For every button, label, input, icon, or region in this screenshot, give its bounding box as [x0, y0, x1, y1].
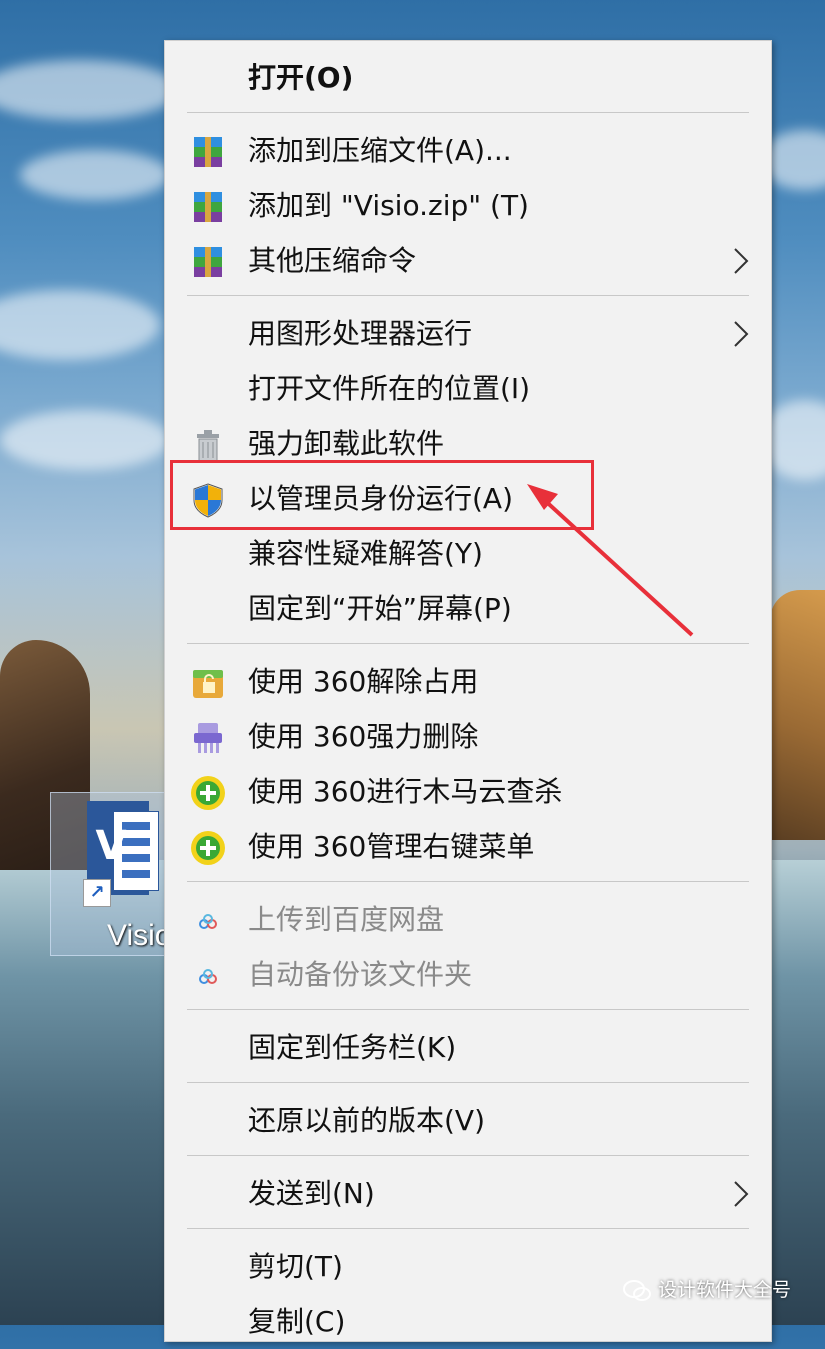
menu-separator: [187, 881, 749, 882]
menu-separator: [187, 1228, 749, 1229]
menu-item-upload-baidu-netdisk[interactable]: 上传到百度网盘: [165, 893, 771, 947]
menu-item-open-file-location[interactable]: 打开文件所在的位置(I): [165, 362, 771, 416]
desktop-shortcut-label: Visio: [107, 919, 172, 952]
chevron-right-icon: [734, 248, 749, 274]
menu-separator: [187, 1082, 749, 1083]
winrar-icon: [194, 247, 222, 277]
menu-item-360-manage-context-menu[interactable]: 使用 360管理右键菜单: [165, 820, 771, 874]
360-shredder-icon: [194, 723, 222, 753]
menu-item-pin-to-start[interactable]: 固定到“开始”屏幕(P): [165, 582, 771, 636]
winrar-icon: [194, 192, 222, 222]
baidu-cloud-icon: [199, 914, 217, 929]
trash-can-icon: [197, 430, 219, 462]
menu-item-run-with-gpu[interactable]: 用图形处理器运行: [165, 307, 771, 361]
360-scan-icon: [191, 776, 225, 810]
watermark: 设计软件大全号: [622, 1272, 791, 1308]
desktop-shortcut-visio[interactable]: V ↗ Visio: [50, 792, 172, 956]
watermark-text: 设计软件大全号: [658, 1279, 792, 1301]
menu-item-pin-to-taskbar[interactable]: 固定到任务栏(K): [165, 1021, 771, 1075]
menu-item-360-unlock[interactable]: 使用 360解除占用: [165, 655, 771, 709]
baidu-cloud-icon: [199, 969, 217, 984]
menu-item-auto-backup-folder[interactable]: 自动备份该文件夹: [165, 948, 771, 1002]
menu-item-send-to[interactable]: 发送到(N): [165, 1167, 771, 1221]
shortcut-arrow-icon: ↗: [83, 879, 111, 907]
chevron-right-icon: [734, 1181, 749, 1207]
360-menu-icon: [191, 831, 225, 865]
chevron-right-icon: [734, 321, 749, 347]
menu-item-restore-previous-versions[interactable]: 还原以前的版本(V): [165, 1094, 771, 1148]
menu-item-add-to-archive[interactable]: 添加到压缩文件(A)...: [165, 124, 771, 178]
menu-item-360-force-delete[interactable]: 使用 360强力删除: [165, 710, 771, 764]
winrar-icon: [194, 137, 222, 167]
menu-separator: [187, 1155, 749, 1156]
menu-separator: [187, 295, 749, 296]
wechat-icon: [623, 1279, 651, 1301]
highlight-box: [170, 460, 594, 530]
menu-item-compatibility-troubleshooter[interactable]: 兼容性疑难解答(Y): [165, 527, 771, 581]
menu-separator: [187, 112, 749, 113]
menu-item-other-compress-commands[interactable]: 其他压缩命令: [165, 234, 771, 288]
menu-item-add-to-visio-zip[interactable]: 添加到 "Visio.zip" (T): [165, 179, 771, 233]
menu-separator: [187, 643, 749, 644]
context-menu: 打开(O) 添加到压缩文件(A)... 添加到 "Visio.zip" (T) …: [164, 40, 772, 1342]
menu-item-open[interactable]: 打开(O): [165, 51, 771, 105]
menu-separator: [187, 1009, 749, 1010]
menu-item-360-trojan-scan[interactable]: 使用 360进行木马云查杀: [165, 765, 771, 819]
360-unlock-icon: [193, 670, 223, 698]
